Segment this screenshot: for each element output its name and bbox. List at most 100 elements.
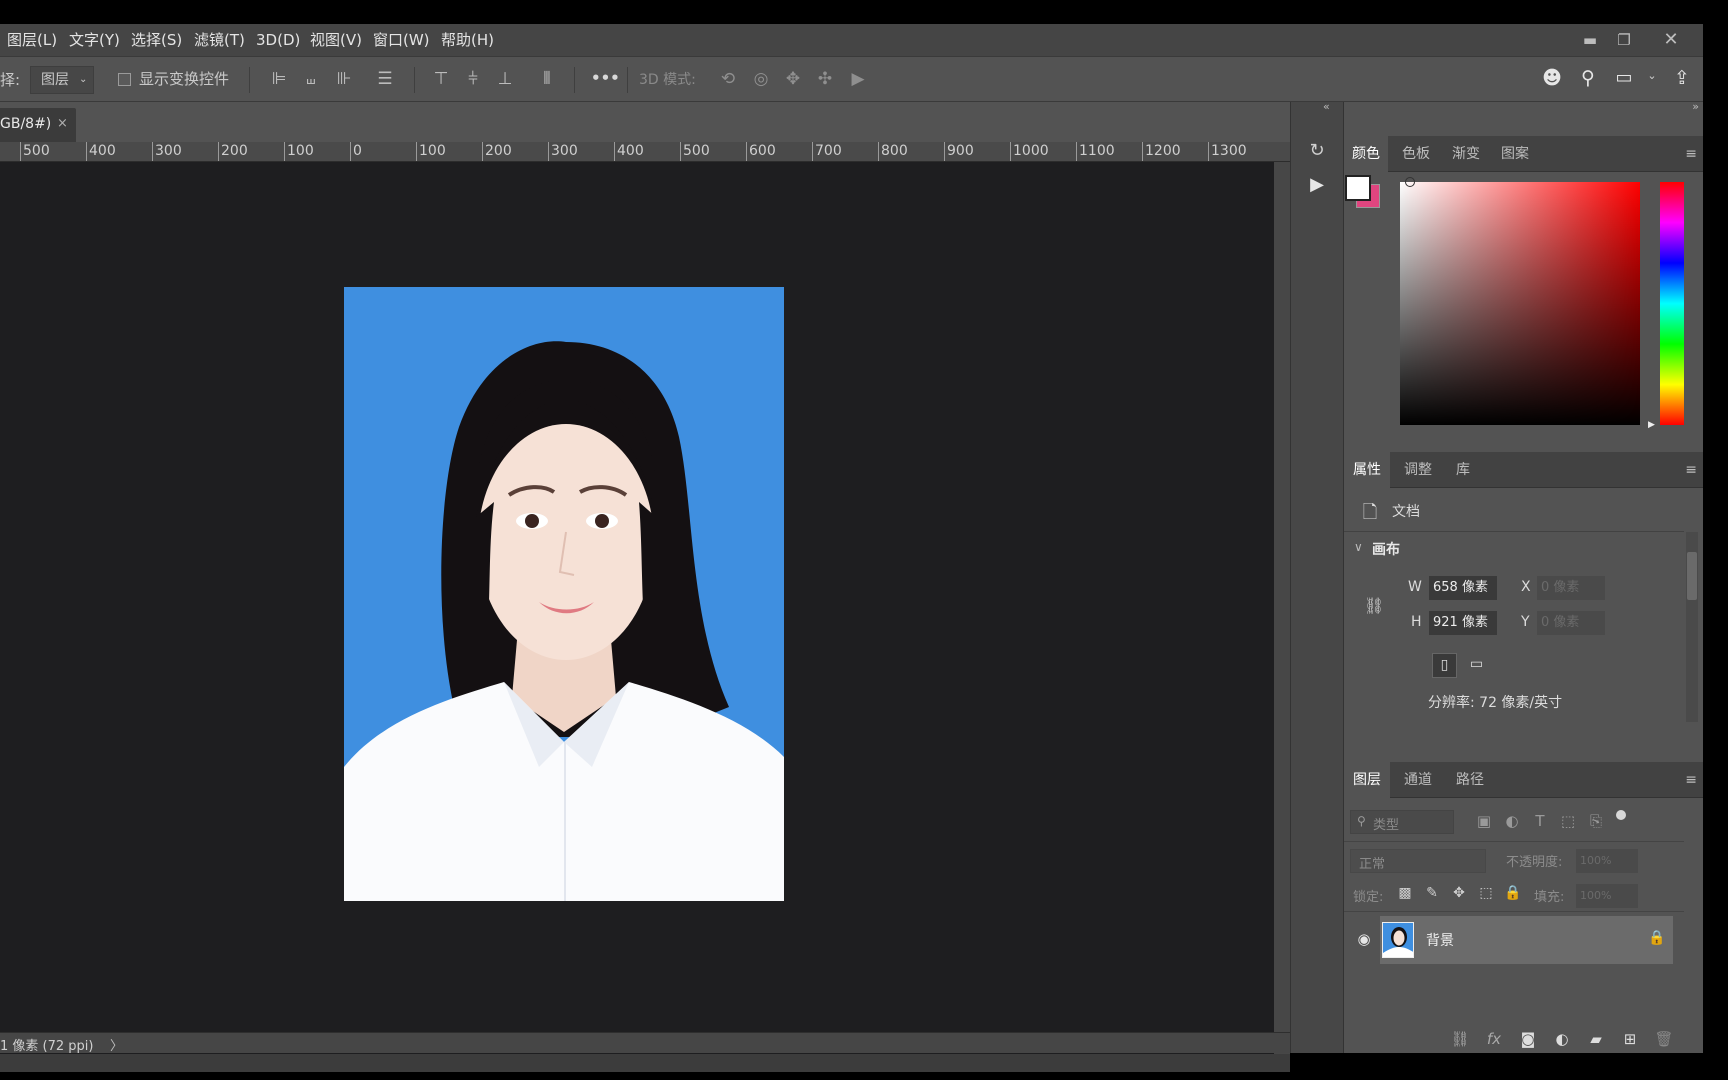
opacity-field[interactable]: 100%	[1576, 849, 1638, 873]
actions-play-icon[interactable]: ▶	[1305, 174, 1329, 195]
hue-slider[interactable]	[1660, 182, 1684, 425]
tab-patterns[interactable]: 图案	[1501, 136, 1529, 172]
ruler-tick: 700	[812, 142, 842, 161]
align-horizontal-center-icon[interactable]: ⧢	[300, 69, 322, 89]
canvas-area[interactable]	[0, 162, 1274, 1054]
vertical-scrollbar[interactable]	[1274, 162, 1290, 1054]
height-field[interactable]: 921 像素	[1429, 611, 1497, 635]
properties-scrollbar[interactable]	[1686, 532, 1698, 722]
layer-filter-dropdown[interactable]: ⚲ 类型	[1350, 810, 1454, 834]
tab-channels[interactable]: 通道	[1404, 762, 1432, 798]
history-icon[interactable]: ↻	[1305, 140, 1329, 161]
panel-menu-icon[interactable]: ≡	[1685, 762, 1697, 798]
color-picker-cursor[interactable]	[1405, 177, 1415, 187]
adjustment-filter-icon[interactable]: ◐	[1502, 812, 1522, 830]
filter-toggle-icon[interactable]	[1616, 810, 1626, 820]
new-group-icon[interactable]: ▰	[1586, 1030, 1606, 1048]
lock-position-icon[interactable]: ✥	[1450, 885, 1468, 901]
show-transform-checkbox[interactable]	[118, 73, 131, 86]
lock-icon[interactable]: 🔒	[1648, 930, 1665, 946]
3d-slide-icon[interactable]: ✣	[813, 69, 837, 89]
document-tab-bar: GB/8#) ×	[0, 102, 1290, 142]
collapse-left-icon[interactable]: «	[1323, 100, 1330, 113]
width-field[interactable]: 658 像素	[1429, 576, 1497, 600]
foreground-color-swatch[interactable]	[1345, 175, 1371, 201]
lock-all-icon[interactable]: 🔒	[1504, 885, 1522, 901]
tab-paths[interactable]: 路径	[1456, 762, 1484, 798]
3d-roll-icon[interactable]: ◎	[749, 69, 773, 89]
menu-view[interactable]: 视图(V)	[310, 24, 362, 56]
eye-icon[interactable]: ◉	[1354, 930, 1374, 948]
lock-artboard-icon[interactable]: ⬚	[1477, 885, 1495, 901]
add-mask-icon[interactable]: ◙	[1518, 1030, 1538, 1048]
align-right-icon[interactable]: ⊪	[333, 69, 355, 89]
tab-gradients[interactable]: 渐变	[1452, 136, 1480, 172]
portrait-orientation-icon[interactable]: ▯	[1432, 653, 1457, 678]
auto-select-dropdown[interactable]: 图层 ⌄	[30, 66, 94, 94]
tab-properties[interactable]: 属性	[1344, 452, 1390, 488]
image-filter-icon[interactable]: ▣	[1474, 812, 1494, 830]
3d-scale-icon[interactable]: ▶	[846, 69, 870, 89]
close-tab-icon[interactable]: ×	[57, 116, 68, 131]
blend-mode-dropdown[interactable]: 正常	[1350, 849, 1486, 873]
close-window-button[interactable]: ✕	[1659, 30, 1683, 50]
tab-swatches[interactable]: 色板	[1402, 136, 1430, 172]
status-arrow-icon[interactable]: 〉	[110, 1035, 123, 1054]
align-bottom-icon[interactable]: ⊥	[494, 69, 516, 89]
3d-orbit-icon[interactable]: ⟲	[716, 69, 740, 89]
menu-select[interactable]: 选择(S)	[131, 24, 182, 56]
lock-transparent-pixels-icon[interactable]: ▩	[1396, 885, 1414, 901]
delete-layer-icon[interactable]: 🗑	[1654, 1030, 1674, 1048]
share-icon[interactable]: ⇪	[1670, 67, 1694, 89]
workspace-icon[interactable]: ▭	[1612, 67, 1636, 88]
align-top-icon[interactable]: ⊤	[430, 69, 452, 89]
document-tab[interactable]: GB/8#) ×	[0, 108, 76, 142]
menu-help[interactable]: 帮助(H)	[441, 24, 494, 56]
panel-dock-strip: « ↻ ▶	[1290, 100, 1344, 1053]
align-left-icon[interactable]: ⊫	[268, 69, 290, 89]
more-options-button[interactable]: •••	[591, 69, 620, 87]
align-vertical-center-icon[interactable]: ⫩	[462, 69, 484, 89]
panel-menu-icon[interactable]: ≡	[1685, 452, 1697, 488]
smart-object-filter-icon[interactable]: ⎘	[1586, 812, 1606, 830]
tab-adjustments[interactable]: 调整	[1404, 452, 1432, 488]
fx-icon[interactable]: fx	[1484, 1030, 1504, 1048]
ruler-tick: 100	[284, 142, 314, 161]
horizontal-scrollbar[interactable]	[0, 1054, 1290, 1072]
chevron-down-icon[interactable]: ⌄	[1645, 69, 1659, 82]
link-icon[interactable]: ⛓	[1364, 596, 1384, 615]
scrollbar-thumb[interactable]	[1687, 552, 1697, 600]
distribute-horizontal-icon[interactable]: ⫴	[536, 69, 558, 89]
menu-window[interactable]: 窗口(W)	[373, 24, 430, 56]
hue-slider-handle[interactable]: ▶	[1648, 420, 1655, 430]
link-layers-icon[interactable]: ⛓	[1450, 1030, 1470, 1048]
tab-layers[interactable]: 图层	[1344, 762, 1390, 798]
menu-type[interactable]: 文字(Y)	[69, 24, 120, 56]
menu-filter[interactable]: 滤镜(T)	[194, 24, 245, 56]
lock-image-pixels-icon[interactable]: ✎	[1423, 885, 1441, 901]
collapse-right-icon[interactable]: »	[1692, 100, 1699, 113]
color-picker-field[interactable]	[1400, 182, 1640, 425]
distribute-vertical-icon[interactable]: ☰	[374, 69, 396, 89]
tab-color[interactable]: 颜色	[1344, 136, 1388, 172]
account-icon[interactable]: ☻	[1540, 67, 1564, 89]
3d-pan-icon[interactable]: ✥	[781, 69, 805, 89]
menu-3d[interactable]: 3D(D)	[256, 24, 300, 56]
menu-layer[interactable]: 图层(L)	[7, 24, 57, 56]
chevron-down-icon[interactable]: ∨	[1354, 540, 1363, 554]
y-field[interactable]: 0 像素	[1537, 611, 1605, 635]
minimize-window-button[interactable]: ▬	[1578, 30, 1602, 50]
tab-libraries[interactable]: 库	[1456, 452, 1470, 488]
layer-name[interactable]: 背景	[1426, 930, 1454, 950]
type-filter-icon[interactable]: T	[1530, 812, 1550, 830]
restore-window-button[interactable]: ❐	[1612, 30, 1636, 50]
panel-menu-icon[interactable]: ≡	[1685, 136, 1697, 172]
shape-filter-icon[interactable]: ⬚	[1558, 812, 1578, 830]
new-adjustment-icon[interactable]: ◐	[1552, 1030, 1572, 1048]
layer-row[interactable]: 背景 🔒	[1380, 916, 1673, 964]
x-field[interactable]: 0 像素	[1537, 576, 1605, 600]
landscape-orientation-icon[interactable]: ▭	[1464, 653, 1489, 678]
search-icon[interactable]: ⚲	[1576, 67, 1600, 89]
new-layer-icon[interactable]: ⊞	[1620, 1030, 1640, 1048]
fill-field[interactable]: 100%	[1576, 884, 1638, 908]
